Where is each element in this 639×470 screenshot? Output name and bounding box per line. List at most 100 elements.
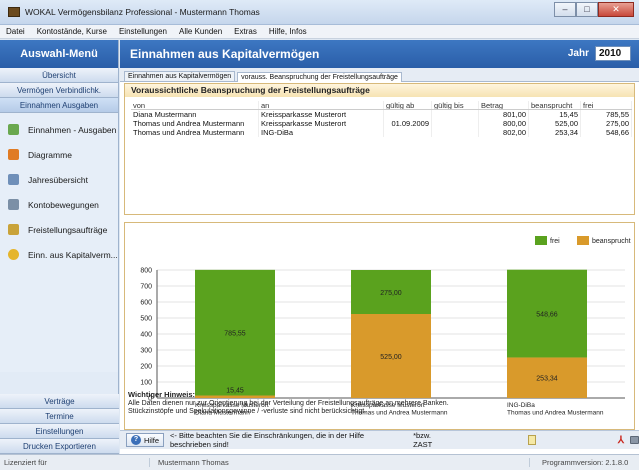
sidebar-button-termine[interactable]: Termine <box>0 409 119 424</box>
column-header[interactable]: gültig bis <box>432 101 479 109</box>
status-license: Lizenziert für <box>0 458 150 467</box>
title-bar: WOKAL Vermögensbilanz Professional - Mus… <box>0 0 639 25</box>
y-tick-label: 400 <box>140 332 152 339</box>
bar-chart-icon <box>8 149 19 160</box>
table-title: Voraussichtliche Beanspruchung der Freis… <box>125 84 634 97</box>
sidebar-item-kontobewegungen[interactable]: Kontobewegungen <box>0 192 118 217</box>
sidebar-button-drucken[interactable]: Drucken Exportieren <box>0 439 119 454</box>
data-label-beansprucht: 253,34 <box>536 376 558 383</box>
column-header[interactable]: beansprucht <box>529 101 581 109</box>
status-bar: Lizenziert für Mustermann Thomas Program… <box>0 454 639 470</box>
data-table: von an gültig ab gültig bis Betrag beans… <box>131 101 632 137</box>
cell-gueltig-ab: 01.09.2009 <box>384 119 432 128</box>
close-button[interactable]: ✕ <box>598 2 634 17</box>
calendar-icon <box>8 174 19 185</box>
menu-hilfe[interactable]: Hilfe, Infos <box>269 27 307 36</box>
cell-betrag: 800,00 <box>479 119 529 128</box>
list-icon <box>8 199 19 210</box>
cell-beansprucht: 525,00 <box>529 119 581 128</box>
cell-an: ING-DiBa <box>259 128 384 137</box>
cell-betrag: 802,00 <box>479 128 529 137</box>
y-tick-label: 700 <box>140 284 152 291</box>
app-icon <box>8 7 20 17</box>
sidebar-item-label: Jahresübersicht <box>28 174 89 185</box>
cell-frei: 785,55 <box>581 110 632 119</box>
y-tick-label: 800 <box>140 268 152 275</box>
coins-icon <box>8 124 19 135</box>
sidebar-item-jahresuebersicht[interactable]: Jahresübersicht <box>0 167 118 192</box>
menu-kontostaende[interactable]: Kontostände, Kurse <box>37 27 107 36</box>
hint-title: Wichtiger Hinweis: <box>128 390 196 399</box>
y-tick-label: 600 <box>140 300 152 307</box>
cell-an: Kreissparkasse Musterort <box>259 119 384 128</box>
cell-gueltig-bis <box>432 128 479 137</box>
year-label: Jahr <box>567 48 589 59</box>
sidebar-button-vertraege[interactable]: Verträge <box>0 394 119 409</box>
table-row[interactable]: Thomas und Andrea Mustermann Kreissparka… <box>131 119 632 128</box>
cell-von: Diana Mustermann <box>131 110 259 119</box>
table-panel: Voraussichtliche Beanspruchung der Freis… <box>124 83 635 215</box>
cell-gueltig-bis <box>432 110 479 119</box>
data-label-frei: 785,55 <box>224 331 246 338</box>
table-row[interactable]: Thomas und Andrea Mustermann ING-DiBa 80… <box>131 128 632 137</box>
status-user: Mustermann Thomas <box>150 458 530 467</box>
main-header: Einnahmen aus Kapitalvermögen Jahr 2010 <box>120 40 639 68</box>
menu-alle-kunden[interactable]: Alle Kunden <box>179 27 222 36</box>
sidebar-item-kapitalvermoegen[interactable]: Einn. aus Kapitalverm... <box>0 242 118 267</box>
sidebar-button-einnahmen-ausgaben[interactable]: Einnahmen Ausgaben <box>0 98 118 113</box>
sidebar-item-label: Einnahmen - Ausgaben <box>28 124 117 135</box>
column-header[interactable]: Betrag <box>479 101 529 109</box>
tab-bar: Einnahmen aus Kapitalvermögen vorauss. B… <box>120 68 639 82</box>
notepad-icon[interactable] <box>527 435 536 445</box>
column-header[interactable]: an <box>259 101 384 109</box>
help-bar: ? Hilfe <- Bitte beachten Sie die Einsch… <box>120 430 639 449</box>
sidebar-item-freistellungsauftraege[interactable]: Freistellungsaufträge <box>0 217 118 242</box>
document-pen-icon <box>8 224 19 235</box>
sidebar-item-einnahmen-ausgaben[interactable]: Einnahmen - Ausgaben <box>0 117 118 142</box>
legend-label: frei <box>550 238 560 245</box>
year-spinner[interactable]: 2010 <box>595 46 631 61</box>
help-note: *bzw. ZAST <box>413 431 433 449</box>
cell-beansprucht: 15,45 <box>529 110 581 119</box>
sidebar-item-label: Freistellungsaufträge <box>28 224 108 235</box>
table-row[interactable]: Diana Mustermann Kreissparkasse Musteror… <box>131 110 632 119</box>
status-version: Programmversion: 2.1.8.0 <box>542 458 629 467</box>
column-header[interactable]: von <box>131 101 259 109</box>
cell-gueltig-bis <box>432 119 479 128</box>
menu-extras[interactable]: Extras <box>234 27 257 36</box>
money-bag-icon <box>8 249 19 260</box>
help-button[interactable]: ? Hilfe <box>126 433 165 447</box>
cell-von: Thomas und Andrea Mustermann <box>131 119 259 128</box>
window-title: WOKAL Vermögensbilanz Professional - Mus… <box>25 7 260 17</box>
y-tick-label: 500 <box>140 316 152 323</box>
pdf-icon[interactable]: ⅄ <box>618 435 624 446</box>
sidebar-item-list: Einnahmen - Ausgaben Diagramme Jahresübe… <box>0 113 118 372</box>
legend-swatch <box>535 236 547 245</box>
minimize-button[interactable]: – <box>554 2 576 17</box>
cell-gueltig-ab <box>384 128 432 137</box>
hint-line: Stückzinstöpfe und Spekulationsgewinne /… <box>128 408 367 415</box>
column-header[interactable]: gültig ab <box>384 101 432 109</box>
hint-box: Wichtiger Hinweis: Alle Daten dienen nur… <box>128 391 633 416</box>
tab-einnahmen[interactable]: Einnahmen aus Kapitalvermögen <box>124 71 236 81</box>
sidebar-button-einstellungen[interactable]: Einstellungen <box>0 424 119 439</box>
sidebar-item-diagramme[interactable]: Diagramme <box>0 142 118 167</box>
hint-line: Alle Daten dienen nur zur Orientierung b… <box>128 400 449 407</box>
y-tick-label: 100 <box>140 380 152 387</box>
sidebar-button-uebersicht[interactable]: Übersicht <box>0 68 118 83</box>
help-text: <- Bitte beachten Sie die Einschränkunge… <box>170 431 365 449</box>
y-tick-label: 200 <box>140 364 152 371</box>
cell-beansprucht: 253,34 <box>529 128 581 137</box>
legend-swatch <box>577 236 589 245</box>
column-header[interactable]: frei <box>581 101 632 109</box>
cell-gueltig-ab <box>384 110 432 119</box>
menu-bar: Datei Kontostände, Kurse Einstellungen A… <box>0 25 639 39</box>
sidebar-button-vermoegen[interactable]: Vermögen Verbindlichk. <box>0 83 118 98</box>
menu-einstellungen[interactable]: Einstellungen <box>119 27 167 36</box>
table-header-row: von an gültig ab gültig bis Betrag beans… <box>131 101 632 110</box>
page-title: Einnahmen aus Kapitalvermögen <box>130 47 320 61</box>
tab-beanspruchung[interactable]: vorauss. Beanspruchung der Freistellungs… <box>237 72 402 82</box>
printer-icon[interactable] <box>629 436 639 444</box>
menu-datei[interactable]: Datei <box>6 27 25 36</box>
maximize-button[interactable]: □ <box>576 2 598 17</box>
